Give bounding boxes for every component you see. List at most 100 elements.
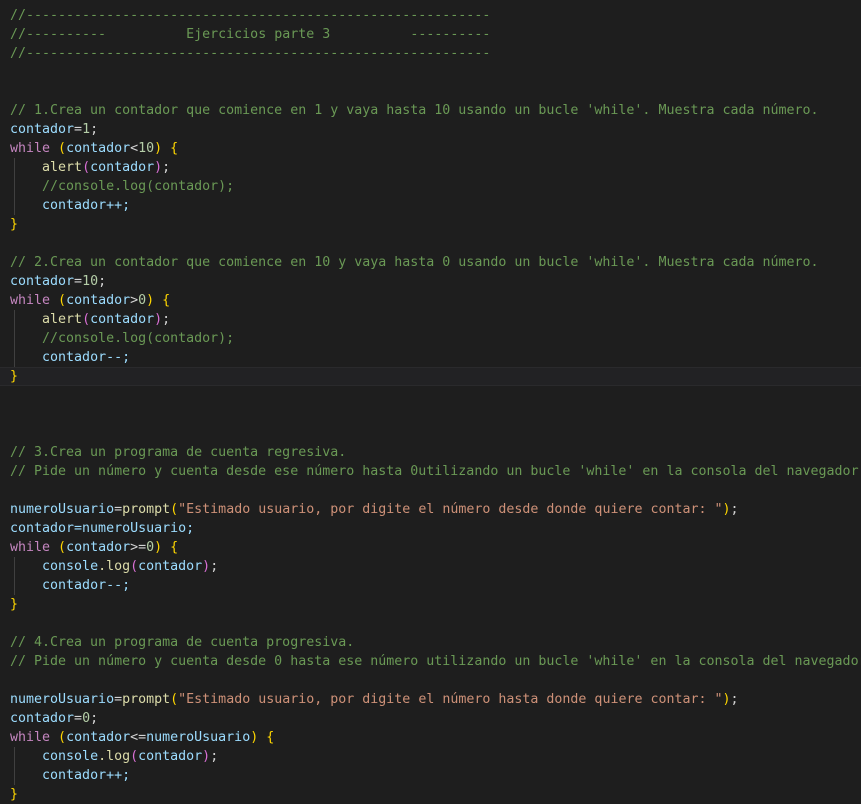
header-title-text: Ejercicios parte 3 [186, 27, 331, 42]
code-line-commented-call: //console.log(contador); [0, 177, 861, 196]
paren-open-token: ( [82, 312, 91, 327]
paren-close-token: ) [722, 502, 731, 517]
number-token: 0 [138, 293, 147, 308]
operator-token: = [74, 122, 83, 137]
brace-open-token: { [170, 540, 179, 555]
code-line-console-log: console.log(contador); [0, 557, 861, 576]
variable-token: numeroUsuario [10, 692, 115, 707]
code-editor[interactable]: //--------------------------------------… [0, 0, 861, 802]
code-line-assignment: contador=0; [0, 709, 861, 728]
code-line-commented-call: //console.log(contador); [0, 329, 861, 348]
paren-open-token: ( [130, 559, 139, 574]
code-line-while: while (contador<=numeroUsuario) { [0, 728, 861, 747]
code-line-comment: // 1.Crea un contador que comience en 1 … [0, 101, 861, 120]
variable-token: contador [66, 293, 131, 308]
brace-open-token: { [162, 293, 171, 308]
operator-token: = [74, 711, 83, 726]
paren-open-token: ( [58, 293, 67, 308]
brace-open-token: { [170, 141, 179, 156]
variable-token: contador [66, 540, 131, 555]
code-line-close-brace: } [0, 215, 861, 234]
function-token: prompt [122, 692, 171, 707]
paren-open-token: ( [170, 692, 179, 707]
code-line-comment: // 2.Crea un contador que comience en 10… [0, 253, 861, 272]
paren-close-token: ) [154, 540, 163, 555]
punctuation-token: ; [90, 122, 99, 137]
paren-open-token: ( [170, 502, 179, 517]
method-token: .log [98, 559, 131, 574]
keyword-token: while [10, 540, 51, 555]
code-line-header-rule-top: //--------------------------------------… [0, 6, 861, 25]
number-token: 10 [82, 274, 99, 289]
brace-close-token: } [10, 787, 19, 802]
comment-token: // Pide un número y cuenta desde ese núm… [10, 464, 861, 479]
code-line-console-log: console.log(contador); [0, 747, 861, 766]
punctuation-token: ; [210, 559, 219, 574]
operator-token: = [114, 502, 123, 517]
variable-token: contador [10, 274, 75, 289]
code-line-assignment: contador=numeroUsuario; [0, 519, 861, 538]
object-token: console [42, 559, 99, 574]
variable-token: contador++; [42, 768, 131, 783]
variable-token: contador [66, 141, 131, 156]
variable-token: contador [138, 559, 203, 574]
code-line-header-rule-bottom: //--------------------------------------… [0, 44, 861, 63]
function-token: alert [42, 160, 83, 175]
object-token: console [42, 749, 99, 764]
keyword-token: while [10, 141, 51, 156]
code-line-comment: // Pide un número y cuenta desde 0 hasta… [0, 652, 861, 671]
number-token: 0 [82, 711, 91, 726]
code-line-comment: // 3.Crea un programa de cuenta regresiv… [0, 443, 861, 462]
paren-open-token: ( [58, 730, 67, 745]
paren-open-token: ( [130, 749, 139, 764]
brace-close-token: } [10, 369, 19, 384]
function-token: alert [42, 312, 83, 327]
paren-open-token: ( [82, 160, 91, 175]
paren-open-token: ( [58, 540, 67, 555]
code-line-comment: // Pide un número y cuenta desde ese núm… [0, 462, 861, 481]
punctuation-token: ; [162, 312, 171, 327]
code-line-header-title: //---------- Ejercicios parte 3 --------… [0, 25, 861, 44]
code-line-prompt-assignment: numeroUsuario=prompt("Estimado usuario, … [0, 500, 861, 519]
punctuation-token: ; [90, 711, 99, 726]
operator-token: >= [130, 540, 147, 555]
string-token: "Estimado usuario, por digite el número … [178, 692, 723, 707]
code-line-increment: contador++; [0, 196, 861, 215]
code-line-close-brace-current[interactable]: } [0, 367, 861, 386]
function-token: prompt [122, 502, 171, 517]
paren-close-token: ) [722, 692, 731, 707]
code-line-prompt-assignment: numeroUsuario=prompt("Estimado usuario, … [0, 690, 861, 709]
comment-token: //console.log(contador); [42, 331, 235, 346]
brace-close-token: } [10, 597, 19, 612]
code-line-close-brace: } [0, 785, 861, 804]
code-line-decrement: contador--; [0, 576, 861, 595]
code-line-while: while (contador>0) { [0, 291, 861, 310]
punctuation-token: ; [210, 749, 219, 764]
code-line-increment: contador++; [0, 766, 861, 785]
operator-token: = [74, 274, 83, 289]
variable-token: contador [90, 312, 155, 327]
comment-token: //console.log(contador); [42, 179, 235, 194]
paren-close-token: ) [154, 160, 163, 175]
